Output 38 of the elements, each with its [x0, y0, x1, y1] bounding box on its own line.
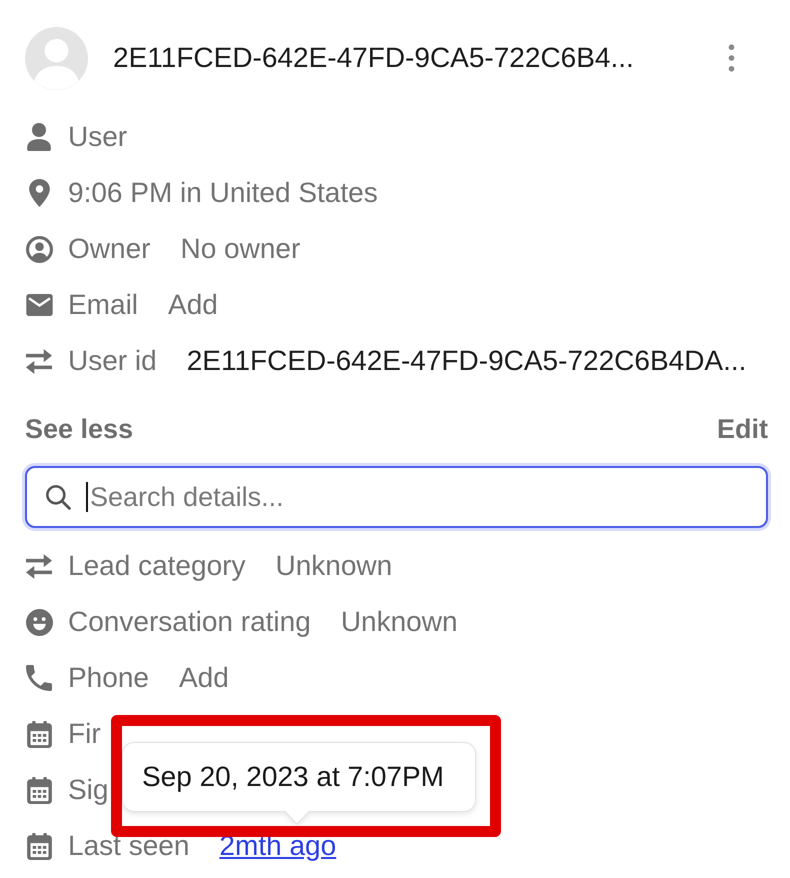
date-tooltip: Sep 20, 2023 at 7:07PM — [122, 742, 476, 826]
field-label: Conversation rating — [68, 606, 311, 638]
envelope-icon — [26, 294, 52, 316]
calendar-icon — [26, 720, 52, 748]
calendar-icon — [26, 776, 52, 804]
calendar-icon — [26, 832, 52, 860]
field-label: User id — [68, 345, 157, 377]
value-link[interactable]: 2mth ago — [219, 830, 336, 862]
phone-icon — [26, 665, 52, 691]
field-value: Add — [178, 662, 229, 694]
field-value: Unknown — [275, 550, 392, 582]
field-label: Lead category — [68, 550, 246, 582]
user-circle-icon — [26, 236, 52, 262]
field-label: Last seen — [68, 830, 190, 862]
swap-arrows-icon — [26, 554, 52, 578]
field-value: Unknown — [340, 606, 458, 638]
field-value: No owner — [180, 233, 300, 265]
swap-arrows-icon — [26, 348, 52, 374]
smiley-icon — [26, 608, 52, 636]
field-label: 9:06 PM in United States — [68, 177, 378, 209]
contact-title: 2E11FCED-642E-47FD-9CA5-722C6B4... — [113, 42, 635, 74]
field-label: Fir — [68, 718, 101, 750]
text-cursor-icon — [86, 482, 88, 512]
field-label: User — [68, 121, 128, 153]
field-value: 2E11FCED-642E-47FD-9CA5-722C6B4DA... — [186, 345, 746, 377]
field-label: Sig — [68, 774, 108, 806]
more-icon[interactable] — [728, 44, 735, 72]
search-icon — [45, 484, 71, 510]
avatar-icon — [25, 26, 88, 90]
search-field[interactable]: Search details... — [25, 466, 768, 528]
field-label: Phone — [68, 662, 149, 694]
person-icon — [27, 123, 51, 151]
field-value: Add — [168, 289, 218, 321]
field-label: Email — [68, 289, 138, 321]
field-label: Owner — [68, 233, 150, 265]
edit-link[interactable]: Edit — [717, 414, 768, 444]
see-less-link[interactable]: See less — [25, 414, 134, 444]
location-pin-icon — [28, 179, 50, 207]
